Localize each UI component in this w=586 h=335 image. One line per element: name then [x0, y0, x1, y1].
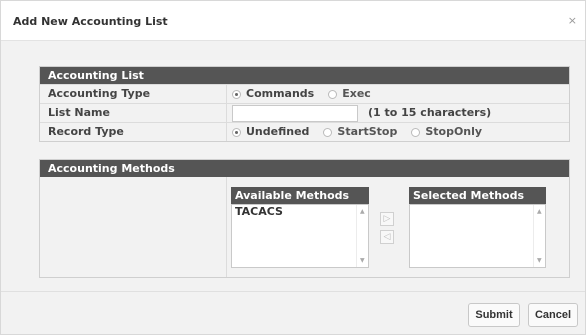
accounting-type-label: Accounting Type — [48, 87, 151, 100]
radio-selected-icon — [232, 127, 241, 137]
list-name-label: List Name — [48, 106, 110, 119]
available-methods: Available Methods TACACS ▲ ▼ — [231, 187, 369, 268]
list-name-hint: (1 to 15 characters) — [368, 106, 492, 119]
list-item[interactable]: TACACS — [232, 205, 368, 219]
radio-label: StopOnly — [425, 125, 483, 138]
record-type-startstop-radio[interactable]: StartStop — [323, 123, 397, 141]
record-type-stoponly-radio[interactable]: StopOnly — [411, 123, 482, 141]
accounting-methods-body: Available Methods TACACS ▲ ▼ ▷ ◁ Selecte… — [40, 177, 569, 277]
scroll-down-icon[interactable]: ▼ — [360, 257, 365, 264]
cancel-button[interactable]: Cancel — [528, 303, 578, 327]
radio-label: Exec — [342, 87, 371, 100]
scroll-up-icon[interactable]: ▲ — [537, 208, 542, 215]
radio-unselected-icon — [328, 89, 338, 99]
radio-label: Commands — [246, 87, 315, 100]
accounting-list-header: Accounting List — [40, 67, 569, 84]
selected-methods-listbox[interactable]: ▲ ▼ — [409, 204, 546, 268]
record-type-label: Record Type — [48, 125, 124, 138]
footer-divider — [1, 291, 585, 292]
selected-methods: Selected Methods ▲ ▼ — [409, 187, 546, 268]
scroll-down-icon[interactable]: ▼ — [537, 257, 542, 264]
scrollbar[interactable]: ▲ ▼ — [533, 205, 545, 267]
accounting-type-commands-radio[interactable]: Commands — [232, 85, 314, 103]
scrollbar[interactable]: ▲ ▼ — [356, 205, 368, 267]
record-type-undefined-radio[interactable]: Undefined — [232, 123, 309, 141]
dialog-titlebar: Add New Accounting List × — [1, 1, 585, 41]
radio-selected-icon — [232, 89, 241, 99]
radio-unselected-icon — [411, 127, 421, 137]
close-icon[interactable]: × — [568, 14, 577, 27]
accounting-methods-panel: Accounting Methods Available Methods TAC… — [39, 159, 570, 278]
dialog-title: Add New Accounting List — [13, 15, 168, 28]
add-accounting-list-dialog: Add New Accounting List × Accounting Lis… — [0, 0, 586, 335]
submit-button[interactable]: Submit — [468, 303, 520, 327]
radio-label: StartStop — [337, 125, 398, 138]
scroll-up-icon[interactable]: ▲ — [360, 208, 365, 215]
list-name-row: List Name (1 to 15 characters) — [40, 103, 569, 122]
accounting-type-row: Accounting Type Commands Exec — [40, 84, 569, 103]
move-left-button[interactable]: ◁ — [380, 230, 394, 244]
accounting-methods-header: Accounting Methods — [40, 160, 569, 177]
selected-methods-header: Selected Methods — [409, 187, 546, 204]
accounting-list-panel: Accounting List Accounting Type Commands… — [39, 66, 570, 142]
radio-unselected-icon — [323, 127, 333, 137]
radio-label: Undefined — [246, 125, 310, 138]
move-right-button[interactable]: ▷ — [380, 212, 394, 226]
available-methods-header: Available Methods — [231, 187, 369, 204]
list-name-input[interactable] — [232, 104, 358, 122]
available-methods-listbox[interactable]: TACACS ▲ ▼ — [231, 204, 369, 268]
record-type-row: Record Type Undefined StartStop StopOnly — [40, 122, 569, 141]
accounting-type-exec-radio[interactable]: Exec — [328, 85, 371, 103]
